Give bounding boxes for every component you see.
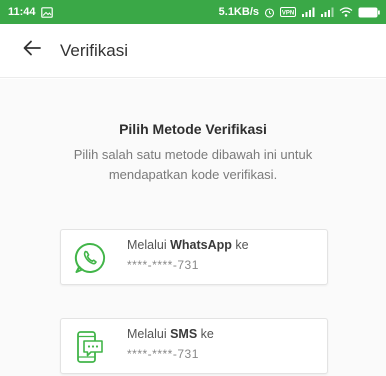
method-suffix: ke [231, 238, 249, 252]
vpn-icon: VPN [280, 7, 296, 17]
status-bar-left: 11:44 [8, 6, 53, 18]
network-speed: 5.1KB/s [218, 6, 259, 18]
verification-content: Pilih Metode Verifikasi Pilih salah satu… [0, 79, 386, 376]
method-prefix: Melalui [127, 327, 171, 341]
method-suffix: ke [197, 327, 214, 341]
sms-icon [73, 330, 107, 364]
wifi-icon [339, 7, 353, 17]
gallery-icon [40, 6, 53, 18]
page-title: Verifikasi [60, 40, 129, 60]
section-subtitle: Pilih salah satu metode dibawah ini untu… [73, 147, 313, 182]
signal-icon [320, 7, 334, 17]
method-channel: WhatsApp [170, 238, 232, 252]
masked-phone-number: ****-****-731 [127, 347, 199, 361]
vpn-label: VPN [282, 11, 294, 17]
status-time: 11:44 [8, 6, 36, 18]
section-heading: Pilih Metode Verifikasi [119, 121, 267, 137]
status-bar-right: 5.1KB/s VPN [219, 6, 380, 18]
whatsapp-icon [73, 241, 107, 275]
app-bar: Verifikasi [0, 24, 386, 78]
signal-icon [301, 7, 315, 17]
method-prefix: Melalui [127, 238, 171, 252]
card-text: Melalui WhatsApp ke ****-****-731 [127, 236, 249, 274]
card-text: Melalui SMS ke ****-****-731 [127, 325, 214, 363]
battery-icon [358, 7, 380, 18]
masked-phone-number: ****-****-731 [127, 258, 199, 272]
method-label: Melalui WhatsApp ke [127, 236, 249, 254]
alarm-icon [264, 7, 275, 18]
whatsapp-method-card[interactable]: Melalui WhatsApp ke ****-****-731 [60, 229, 328, 285]
method-label: Melalui SMS ke [127, 325, 214, 343]
sms-method-card[interactable]: Melalui SMS ke ****-****-731 [60, 318, 328, 374]
back-button[interactable] [8, 24, 56, 78]
arrow-left-icon [23, 40, 41, 61]
status-bar: 11:44 5.1KB/s VPN [0, 0, 386, 24]
method-channel: SMS [170, 327, 198, 341]
